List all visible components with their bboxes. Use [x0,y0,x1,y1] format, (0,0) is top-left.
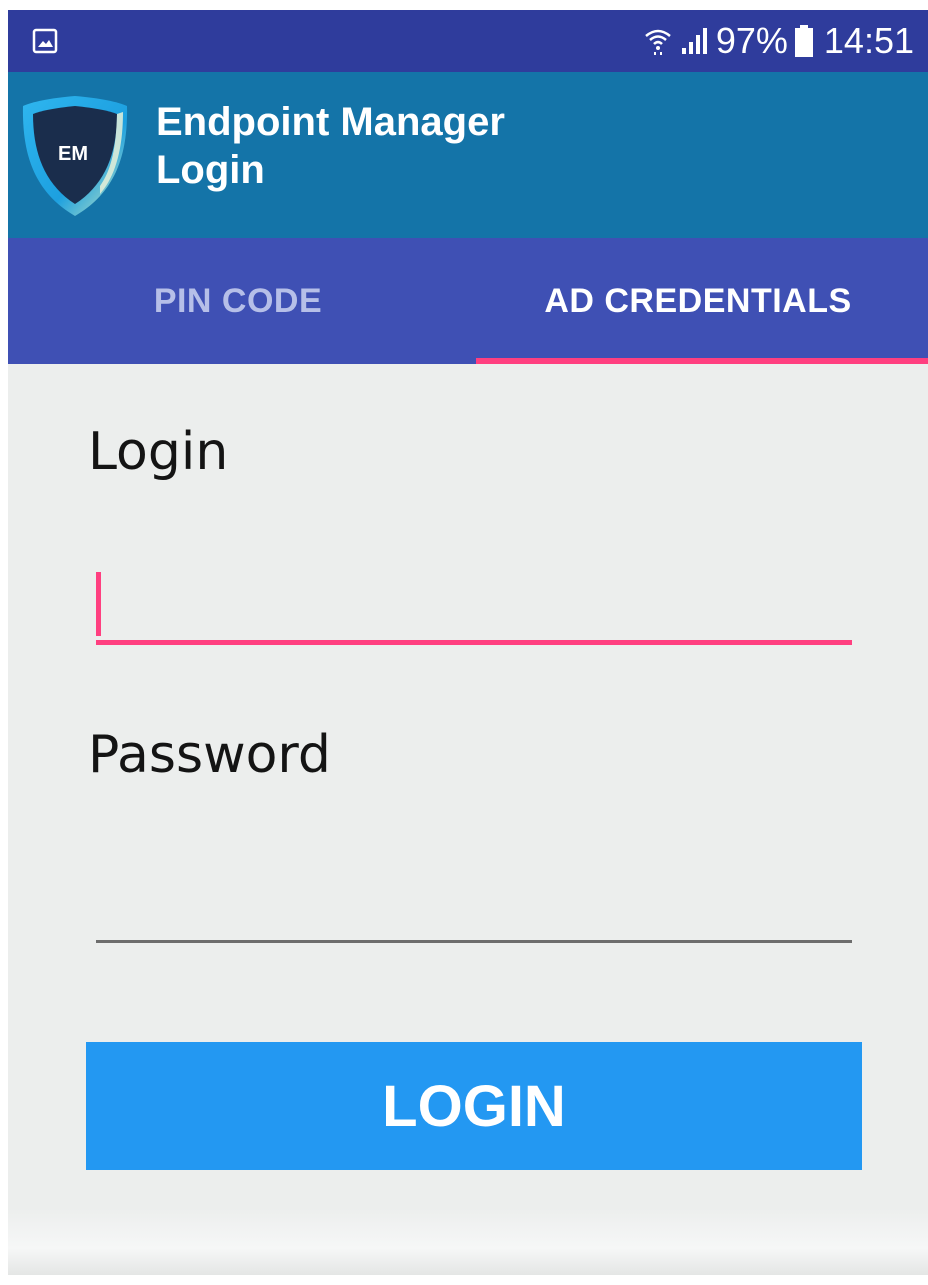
app-title-line2: Login [156,148,265,192]
app-bar: EM Endpoint Manager Login [8,72,928,238]
screen: 97% 14:51 EM Endpoint Manager Login PIN … [8,10,928,1275]
text-cursor [96,572,101,636]
app-title: Endpoint Manager Login [156,98,505,194]
tab-ad-credentials[interactable]: AD CREDENTIALS [468,238,928,364]
battery-percent: 97% [715,20,788,61]
wifi-icon [645,29,671,55]
clock: 14:51 [823,20,914,61]
login-label: Login [88,422,229,482]
signal-icon [681,28,707,54]
password-input[interactable] [96,872,852,936]
app-title-line1: Endpoint Manager [156,100,505,144]
gallery-icon [32,28,58,54]
tab-pin-code[interactable]: PIN CODE [8,238,468,364]
tab-ad-credentials-label: AD CREDENTIALS [544,281,852,320]
status-bar: 97% 14:51 [8,10,928,72]
endpoint-manager-logo: EM [22,96,128,216]
login-input-underline [96,640,852,645]
tab-selected-indicator [476,358,928,364]
bottom-edge [8,1208,928,1275]
login-input[interactable] [96,572,852,636]
logo-text: EM [58,143,88,165]
password-input-underline [96,940,852,943]
battery-icon [794,25,813,57]
login-button[interactable]: LOGIN [86,1042,862,1170]
tab-pin-code-label: PIN CODE [153,281,323,320]
status-indicators: 97% 14:51 [644,20,914,62]
tab-bar: PIN CODE AD CREDENTIALS [8,238,928,364]
password-label: Password [88,725,331,785]
